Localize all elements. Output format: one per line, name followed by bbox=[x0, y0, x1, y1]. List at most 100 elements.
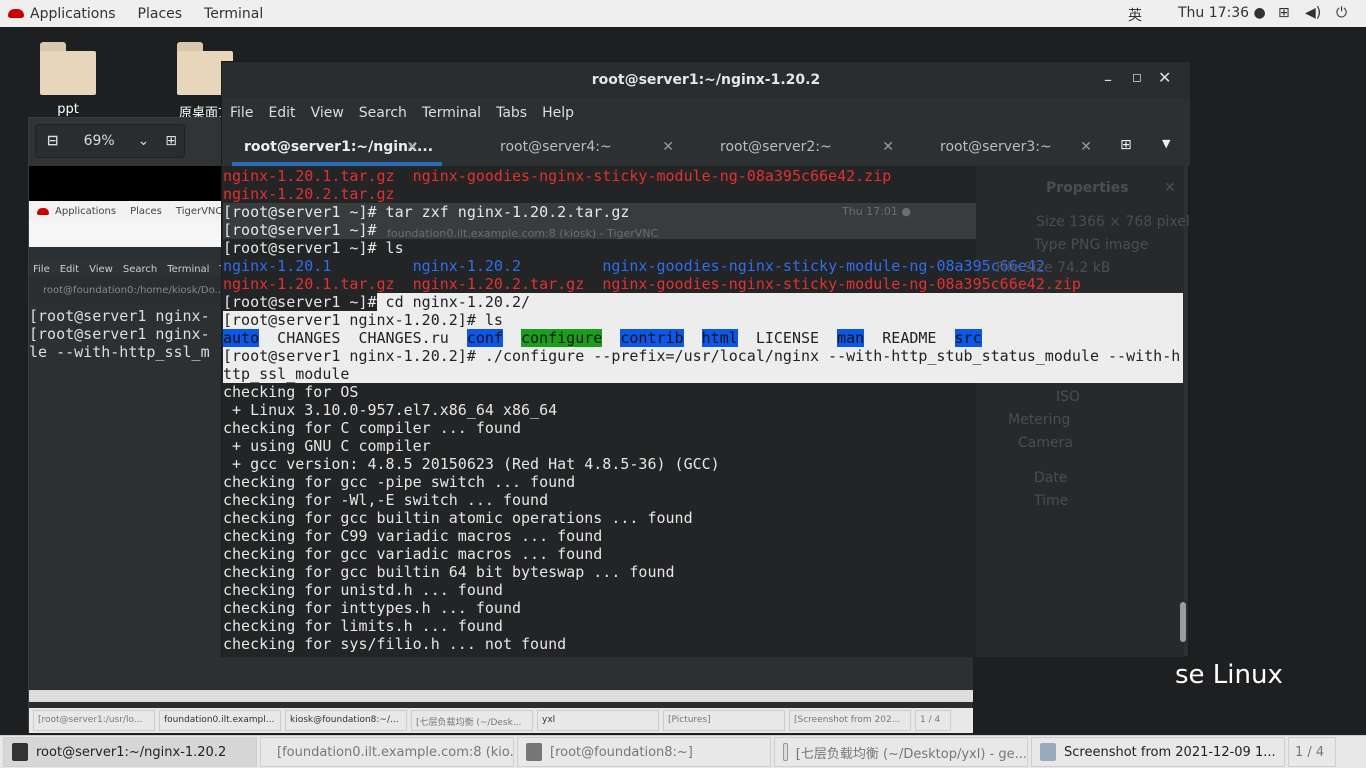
zoom-level[interactable]: 69% bbox=[70, 133, 129, 149]
menu-view[interactable]: View bbox=[311, 105, 344, 121]
maximize-button[interactable]: ◻ bbox=[1132, 70, 1142, 84]
tab-menu-chevron-icon[interactable]: ▼ bbox=[1162, 137, 1170, 150]
menu-item: File bbox=[33, 263, 50, 275]
terminal-icon bbox=[12, 743, 28, 761]
workspace-pager[interactable]: 1 / 4 bbox=[1288, 737, 1336, 767]
tab-label: root@server3:~ bbox=[940, 139, 1052, 155]
terminal-line: checking for limits.h ... found bbox=[223, 617, 1183, 635]
vnc-task-item: [Screenshot from 202... bbox=[789, 710, 911, 731]
prop-key: Type bbox=[1034, 237, 1067, 253]
terminal-text: nginx-1.20.2 bbox=[412, 257, 522, 275]
prop-label: Camera bbox=[1018, 435, 1073, 451]
taskbar-item-gedit[interactable]: [七层负载均衡 (~/Desktop/yxl) - ge... bbox=[774, 737, 1028, 767]
scrollbar[interactable] bbox=[1180, 602, 1186, 642]
clock[interactable]: Thu 17:36 ● bbox=[1178, 5, 1266, 21]
zoom-out-button[interactable]: ⊟ bbox=[36, 133, 70, 149]
terminal-text: checking for OS bbox=[223, 383, 359, 401]
terminal-text: [root@server1 ~]# bbox=[223, 293, 377, 311]
terminal-line: checking for sys/filio.h ... not found bbox=[223, 635, 1183, 653]
taskbar-item-foundation[interactable]: [root@foundation8:~] bbox=[517, 737, 771, 767]
vnc-window-title-ghost: foundation0.ilt.example.com:8 (kiosk) - … bbox=[387, 227, 659, 240]
prop-key: Size bbox=[1036, 214, 1065, 230]
tab-bar: root@server1:~/nginx... ✕ root@server4:~ ✕… bbox=[222, 128, 1190, 166]
terminal-icon bbox=[526, 743, 542, 761]
new-tab-icon[interactable]: ⊞ bbox=[1120, 137, 1132, 153]
terminal-text: [root@server1 ~]# ls bbox=[223, 239, 404, 257]
chevron-down-icon[interactable]: ⌄ bbox=[129, 133, 159, 149]
terminal-text: contrib bbox=[620, 329, 684, 347]
terminal-text: checking for limits.h ... found bbox=[223, 617, 503, 635]
menu-item: Terminal bbox=[167, 263, 210, 275]
terminal-text: man bbox=[837, 329, 865, 347]
tab-server1[interactable]: root@server1:~/nginx... ✕ bbox=[222, 128, 442, 166]
terminal-app-menu[interactable]: Terminal bbox=[204, 6, 263, 22]
menu-tabs[interactable]: Tabs bbox=[496, 105, 527, 121]
volume-icon[interactable]: ◀) bbox=[1305, 5, 1321, 21]
close-tab-icon[interactable]: ✕ bbox=[1080, 128, 1092, 166]
terminal-text: cd nginx-1.20.2/ bbox=[376, 293, 531, 311]
taskbar-label: [root@foundation8:~] bbox=[550, 744, 693, 760]
terminal-text: [root@server1 nginx-1.20.2]# ls bbox=[223, 311, 503, 329]
input-method-indicator[interactable]: 英 bbox=[1128, 5, 1142, 25]
tab-server3[interactable]: root@server3:~ ✕ bbox=[918, 128, 1098, 166]
folder-icon[interactable] bbox=[40, 42, 96, 95]
close-tab-icon[interactable]: ✕ bbox=[406, 128, 418, 166]
menu-help[interactable]: Help bbox=[542, 105, 574, 121]
terminal-text: + using GNU C compiler bbox=[223, 437, 431, 455]
terminal-text: nginx-1.20.1.tar.gz nginx-goodies-nginx-… bbox=[223, 167, 892, 185]
taskbar-item-screenshot[interactable]: Screenshot from 2021-12-09 1... bbox=[1031, 737, 1285, 767]
terminal-text: ttp_ssl_module bbox=[223, 365, 350, 383]
prop-key: File Size bbox=[996, 260, 1053, 276]
taskbar-item-vnc[interactable]: [foundation0.ilt.example.com:8 (kio... bbox=[260, 737, 514, 767]
network-icon[interactable]: ⊞ bbox=[1278, 5, 1290, 21]
places-menu[interactable]: Places bbox=[138, 6, 183, 22]
menu-item: Search bbox=[122, 263, 158, 275]
menu-terminal[interactable]: Terminal bbox=[422, 105, 481, 121]
menu-file[interactable]: File bbox=[230, 105, 253, 121]
applications-menu[interactable]: Applications bbox=[30, 6, 116, 22]
terminal-line: checking for gcc builtin 64 bit byteswap… bbox=[223, 563, 1183, 581]
terminal-text: README bbox=[864, 329, 955, 347]
desktop-icon-label[interactable]: ppt bbox=[23, 102, 113, 117]
terminal-text: checking for C99 variadic macros ... fou… bbox=[223, 527, 603, 545]
terminal-text: html bbox=[701, 329, 738, 347]
terminal-text: checking for sys/filio.h ... not found bbox=[223, 635, 567, 653]
menu-edit[interactable]: Edit bbox=[268, 105, 295, 121]
vnc-task-item: [七层负载均衡 (~/Desk... bbox=[411, 710, 533, 731]
terminal-text: checking for -Wl,-E switch ... found bbox=[223, 491, 549, 509]
terminal-text: checking for inttypes.h ... found bbox=[223, 599, 522, 617]
close-tab-icon[interactable]: ✕ bbox=[662, 128, 674, 166]
vnc-pager: 1 / 4 bbox=[915, 710, 951, 731]
tab-label: root@server2:~ bbox=[720, 139, 832, 155]
horizontal-scrollbar[interactable] bbox=[29, 690, 973, 702]
vnc-task-item: [Pictures] bbox=[663, 710, 785, 731]
tab-server4[interactable]: root@server4:~ ✕ bbox=[478, 128, 698, 166]
prop-value: 1366 × 768 pixel bbox=[1069, 214, 1190, 230]
power-icon[interactable]: ⏻ bbox=[1336, 5, 1347, 21]
tab-server2[interactable]: root@server2:~ ✕ bbox=[698, 128, 918, 166]
prop-label: ISO bbox=[1056, 389, 1081, 405]
menu-search[interactable]: Search bbox=[359, 105, 407, 121]
terminal-text: + Linux 3.10.0-957.el7.x86_64 x86_64 bbox=[223, 401, 558, 419]
zoom-in-button[interactable]: ⊞ bbox=[158, 133, 184, 149]
tab-label: root@server1:~/nginx... bbox=[244, 139, 434, 155]
terminal-line: checking for unistd.h ... found bbox=[223, 581, 1183, 599]
menu-item: View bbox=[89, 263, 113, 275]
terminal-window: root@server1:~/nginx-1.20.2 – ◻ ✕ File E… bbox=[221, 61, 1190, 657]
properties-panel-ghost-lower: ISO Metering Camera Date Time bbox=[976, 382, 1184, 552]
terminal-line: [root@server1 nginx- bbox=[29, 325, 210, 343]
close-button[interactable]: ✕ bbox=[1158, 68, 1171, 87]
terminal-text: nginx-1.20.2.tar.gz bbox=[412, 275, 585, 293]
close-tab-icon[interactable]: ✕ bbox=[882, 128, 894, 166]
terminal-line: checking for inttypes.h ... found bbox=[223, 599, 1183, 617]
taskbar-label: [foundation0.ilt.example.com:8 (kio... bbox=[277, 744, 514, 760]
terminal-line: ttp_ssl_module bbox=[223, 365, 1183, 383]
redhat-logo-icon bbox=[37, 207, 49, 215]
terminal-text: checking for unistd.h ... found bbox=[223, 581, 503, 599]
taskbar-item-terminal[interactable]: root@server1:~/nginx-1.20.2 bbox=[3, 737, 257, 767]
terminal-text: CHANGES CHANGES.ru bbox=[259, 329, 467, 347]
minimize-button[interactable]: – bbox=[1104, 70, 1112, 89]
